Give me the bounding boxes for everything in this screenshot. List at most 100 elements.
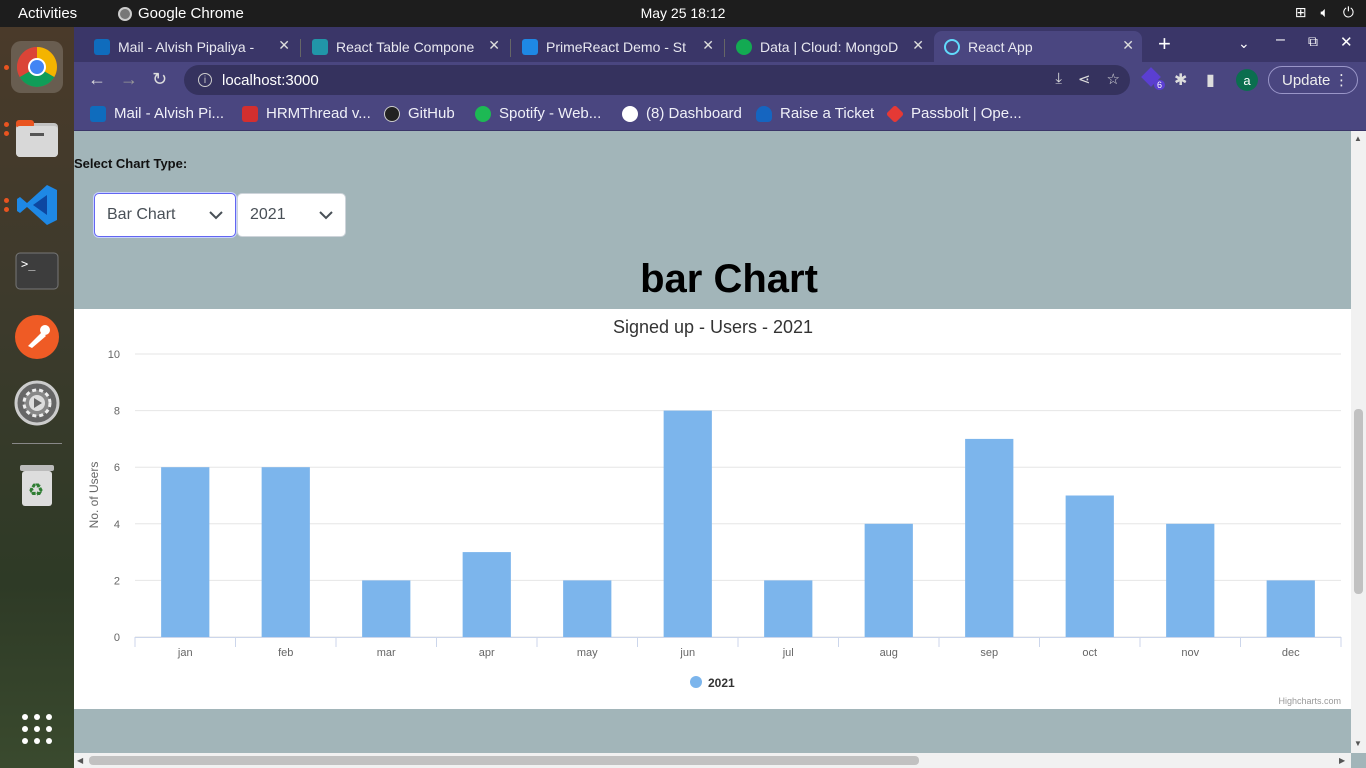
chart-title: Signed up - Users - 2021 (613, 317, 813, 337)
more-menu-icon[interactable]: ⋮ (1334, 71, 1349, 89)
y-tick-label: 6 (114, 462, 120, 474)
close-icon[interactable]: ✕ (278, 37, 290, 54)
bookmark-item[interactable]: (8) Dashboard (622, 105, 742, 122)
bar-may[interactable] (563, 580, 612, 637)
x-tick-label: oct (1082, 647, 1097, 659)
tab-separator (510, 39, 511, 57)
tab-title: Mail - Alvish Pipaliya - (118, 38, 255, 55)
highcharts-credits[interactable]: Highcharts.com (1278, 696, 1341, 706)
site-info-icon[interactable]: i (198, 73, 212, 87)
chevron-down-icon (319, 211, 333, 220)
bookmark-item[interactable]: Mail - Alvish Pi... (90, 105, 224, 122)
close-icon[interactable]: ✕ (1122, 37, 1134, 54)
install-icon[interactable]: ⤓ (1055, 70, 1062, 88)
maximize-button[interactable]: ⧉ (1308, 33, 1318, 50)
legend[interactable]: 2021 (690, 676, 735, 690)
scroll-right-arrow-icon[interactable]: ▶ (1339, 756, 1345, 765)
globe-favicon-icon (622, 105, 638, 122)
forward-button[interactable]: → (120, 69, 138, 90)
system-tray[interactable]: ⊞ 🔈︎ ⏻ (1295, 4, 1354, 21)
extension-icon[interactable]: 6 (1141, 67, 1166, 90)
x-tick-label: jan (177, 647, 193, 659)
bar-jun[interactable] (663, 410, 712, 637)
minimize-button[interactable]: – (1276, 31, 1285, 49)
bar-dec[interactable] (1266, 580, 1315, 637)
close-icon[interactable]: ✕ (912, 37, 924, 54)
tab-mongodb[interactable]: Data | Cloud: MongoD ✕ (726, 31, 932, 62)
bar-aug[interactable] (864, 523, 913, 637)
dock-trash[interactable]: ♻ (11, 459, 63, 511)
bookmark-item[interactable]: Raise a Ticket (756, 105, 874, 122)
share-icon[interactable]: ⋖ (1078, 70, 1091, 88)
vertical-scrollbar[interactable]: ▲ ▼ (1351, 131, 1366, 753)
bar-sep[interactable] (965, 438, 1014, 637)
bookmark-item[interactable]: Passbolt | Ope... (885, 104, 1022, 123)
bookmark-item[interactable]: Spotify - Web... (475, 105, 601, 122)
update-button[interactable]: Update ⋮ (1268, 66, 1358, 94)
y-tick-label: 10 (108, 349, 120, 361)
app-grid-icon (22, 714, 52, 744)
dock-terminal[interactable]: >_ (11, 245, 63, 297)
activities-button[interactable]: Activities (18, 5, 77, 22)
reload-button[interactable]: ↻ (152, 69, 167, 90)
network-icon: ⊞ (1294, 4, 1307, 20)
bookmark-star-icon[interactable]: ☆ (1107, 70, 1120, 88)
tab-primereact[interactable]: PrimeReact Demo - St ✕ (512, 31, 722, 62)
browser-tab-strip: Mail - Alvish Pipaliya - ✕ React Table C… (74, 27, 1366, 62)
react-favicon-icon (944, 38, 960, 55)
bar-oct[interactable] (1065, 495, 1114, 638)
url-text: localhost:3000 (222, 71, 319, 89)
dock-files[interactable] (11, 113, 63, 165)
bookmark-item[interactable]: HRMThread v... (242, 105, 371, 122)
profile-avatar[interactable]: a (1236, 69, 1258, 91)
bar-nov[interactable] (1166, 523, 1215, 637)
browser-toolbar: ← → ↻ i localhost:3000 ⤓ ⋖ ☆ 6 ✱ ▮ a Upd… (74, 62, 1366, 98)
bar-mar[interactable] (362, 580, 411, 637)
show-applications[interactable] (11, 703, 63, 755)
tab-mail[interactable]: Mail - Alvish Pipaliya - ✕ (84, 31, 298, 62)
running-indicator (4, 65, 9, 70)
outlook-favicon-icon (94, 38, 110, 55)
bookmark-label: Mail - Alvish Pi... (114, 105, 225, 122)
scroll-up-arrow-icon[interactable]: ▲ (1354, 134, 1362, 143)
chart-type-dropdown[interactable]: Bar Chart (94, 193, 236, 237)
dock-vscode[interactable] (11, 179, 63, 231)
extensions-puzzle-icon[interactable]: ✱ (1174, 70, 1187, 90)
dock-postman[interactable] (11, 311, 63, 363)
omnibox-actions: ⤓ ⋖ ☆ (1055, 70, 1120, 88)
side-panel-icon[interactable]: ▮ (1206, 70, 1215, 90)
tab-separator (724, 39, 725, 57)
close-icon[interactable]: ✕ (702, 37, 714, 54)
x-tick-label: sep (980, 647, 998, 659)
scrollbar-thumb[interactable] (1354, 409, 1363, 594)
bar-jul[interactable] (764, 580, 813, 637)
tab-react-app[interactable]: React App ✕ (934, 31, 1142, 62)
scrollbar-thumb[interactable] (89, 756, 919, 765)
year-dropdown[interactable]: 2021 (237, 193, 346, 237)
x-tick-label: aug (880, 647, 898, 659)
tab-search-chevron-icon[interactable]: ⌄ (1238, 35, 1250, 52)
bookmark-item[interactable]: GitHub (384, 105, 455, 122)
dock-chrome[interactable] (11, 41, 63, 93)
tab-react-table[interactable]: React Table Compone ✕ (302, 31, 508, 62)
scroll-left-arrow-icon[interactable]: ◀ (77, 756, 83, 765)
x-tick-label: feb (278, 647, 293, 659)
close-window-button[interactable]: ✕ (1340, 33, 1353, 51)
x-tick-label: mar (377, 647, 396, 659)
scroll-down-arrow-icon[interactable]: ▼ (1354, 739, 1362, 748)
bar-chart: Signed up - Users - 2021 No. of Users 0 2… (87, 317, 1342, 706)
new-tab-button[interactable]: + (1158, 31, 1171, 57)
horizontal-scrollbar[interactable]: ◀ ▶ (74, 753, 1351, 768)
address-bar[interactable]: i localhost:3000 ⤓ ⋖ ☆ (184, 65, 1130, 95)
close-icon[interactable]: ✕ (488, 37, 500, 54)
dock-settings[interactable] (11, 377, 63, 429)
svg-text:>_: >_ (21, 257, 36, 271)
chart-type-value: Bar Chart (107, 206, 176, 223)
back-button[interactable]: ← (88, 69, 106, 90)
active-app-menu[interactable]: Google Chrome (118, 5, 244, 22)
bar-feb[interactable] (261, 467, 310, 637)
trash-icon: ♻ (20, 465, 54, 506)
svg-text:♻: ♻ (28, 480, 44, 501)
bar-jan[interactable] (161, 467, 210, 637)
bar-apr[interactable] (462, 552, 511, 637)
